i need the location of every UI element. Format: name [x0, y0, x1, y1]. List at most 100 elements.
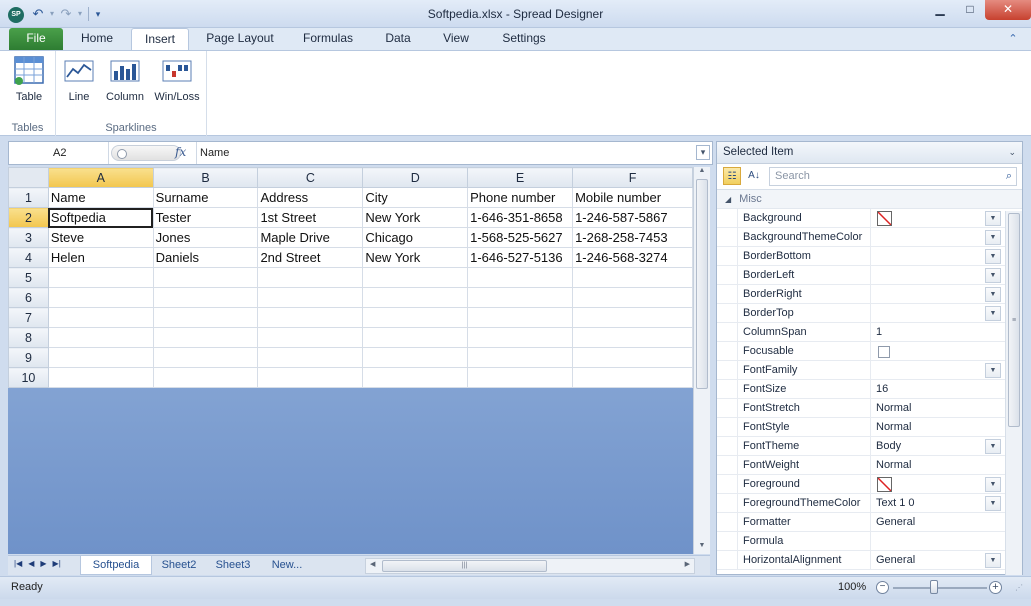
row-header[interactable]: 7: [8, 307, 49, 328]
zoom-slider-thumb[interactable]: [930, 580, 938, 594]
grid-cell[interactable]: 2nd Street: [257, 247, 364, 268]
property-scroll-thumb[interactable]: ≡: [1008, 213, 1020, 427]
grid-cell[interactable]: 1-646-351-8658: [467, 207, 574, 228]
sheet-tab-softpedia[interactable]: Softpedia: [80, 556, 152, 575]
grid-cell[interactable]: Softpedia: [47, 207, 154, 228]
formula-bar-resizer[interactable]: [111, 145, 181, 161]
property-row[interactable]: ForegroundThemeColor Text 1 0 ▼: [717, 494, 1022, 513]
grid-cell[interactable]: 1-246-568-3274: [572, 247, 693, 268]
property-row[interactable]: Background ▼: [717, 209, 1022, 228]
row-header[interactable]: 9: [8, 347, 49, 368]
collapse-category-icon[interactable]: ◢: [725, 195, 731, 204]
property-value[interactable]: [876, 285, 986, 304]
grid-cell[interactable]: [467, 307, 574, 328]
property-value[interactable]: Body: [876, 437, 986, 456]
grid-cell[interactable]: 1-646-527-5136: [467, 247, 574, 268]
dropdown-arrow-icon[interactable]: ▼: [985, 363, 1001, 378]
property-value[interactable]: [876, 475, 986, 494]
property-value[interactable]: [876, 228, 986, 247]
grid-cell[interactable]: [362, 307, 469, 328]
grid-cell[interactable]: [152, 287, 259, 308]
column-header[interactable]: B: [152, 167, 259, 188]
categorized-view-icon[interactable]: ☷: [723, 167, 741, 185]
scroll-right-icon[interactable]: ▶: [685, 560, 690, 568]
property-value[interactable]: [876, 247, 986, 266]
color-swatch-icon[interactable]: [877, 477, 892, 492]
row-header[interactable]: 4: [8, 247, 49, 268]
dropdown-arrow-icon[interactable]: ▼: [985, 439, 1001, 454]
tab-settings[interactable]: Settings: [490, 28, 558, 50]
dropdown-arrow-icon[interactable]: ▼: [985, 211, 1001, 226]
grid-cell[interactable]: [572, 367, 693, 388]
row-header[interactable]: 2: [8, 207, 49, 228]
sheet-tab-sheet3[interactable]: Sheet3: [208, 556, 258, 575]
horizontal-scrollbar[interactable]: ◀ ||| ▶: [365, 558, 695, 574]
grid-cell[interactable]: [257, 347, 364, 368]
color-swatch-icon[interactable]: [877, 211, 892, 226]
ribbon-collapse-icon[interactable]: ⌃: [1005, 31, 1021, 47]
winloss-sparkline-button[interactable]: Win/Loss: [152, 55, 202, 103]
grid-cell[interactable]: 1-568-525-5627: [467, 227, 574, 248]
expand-formula-bar-icon[interactable]: ▾: [696, 145, 710, 160]
grid-cell[interactable]: 1-268-258-7453: [572, 227, 693, 248]
zoom-out-icon[interactable]: −: [876, 581, 889, 594]
property-row[interactable]: Formatter General: [717, 513, 1022, 532]
dropdown-arrow-icon[interactable]: ▼: [985, 249, 1001, 264]
property-value[interactable]: [876, 304, 986, 323]
grid-cell[interactable]: New York: [362, 247, 469, 268]
property-search-input[interactable]: Search ⌕: [769, 167, 1017, 186]
property-value[interactable]: [876, 266, 986, 285]
grid-cell[interactable]: [47, 287, 154, 308]
column-header[interactable]: F: [572, 167, 693, 188]
property-value[interactable]: [876, 342, 986, 361]
column-header[interactable]: C: [257, 167, 364, 188]
grid-cell[interactable]: [572, 267, 693, 288]
grid-cell[interactable]: Tester: [152, 207, 259, 228]
row-header[interactable]: 6: [8, 287, 49, 308]
last-sheet-icon[interactable]: ▶|: [53, 559, 61, 568]
grid-cell[interactable]: [467, 327, 574, 348]
tab-home[interactable]: Home: [68, 28, 126, 50]
line-sparkline-button[interactable]: Line: [56, 55, 102, 103]
insert-function-icon[interactable]: fx: [175, 145, 193, 159]
property-scrollbar[interactable]: ≡: [1005, 211, 1022, 575]
vertical-scroll-thumb[interactable]: [696, 179, 708, 389]
property-row[interactable]: FontWeight Normal: [717, 456, 1022, 475]
grid-cell[interactable]: [362, 287, 469, 308]
search-icon[interactable]: ⌕: [1006, 168, 1012, 185]
row-header[interactable]: 10: [8, 367, 49, 388]
property-row[interactable]: Formula: [717, 532, 1022, 551]
grid-cell[interactable]: [257, 267, 364, 288]
row-header[interactable]: 3: [8, 227, 49, 248]
grid-cell[interactable]: [152, 327, 259, 348]
dropdown-arrow-icon[interactable]: ▼: [985, 306, 1001, 321]
grid-cell[interactable]: [572, 347, 693, 368]
grid-cell[interactable]: [47, 347, 154, 368]
resize-grip-icon[interactable]: ⋰: [1015, 583, 1025, 593]
property-row[interactable]: Foreground ▼: [717, 475, 1022, 494]
grid-cell[interactable]: [572, 307, 693, 328]
grid-cell[interactable]: [467, 347, 574, 368]
grid-cell[interactable]: Jones: [152, 227, 259, 248]
property-row[interactable]: FontSize 16: [717, 380, 1022, 399]
property-value[interactable]: General: [876, 551, 986, 570]
grid-cell[interactable]: Maple Drive: [257, 227, 364, 248]
grid-cell[interactable]: Daniels: [152, 247, 259, 268]
grid-cell[interactable]: [467, 287, 574, 308]
property-value[interactable]: [876, 361, 986, 380]
tab-data[interactable]: Data: [372, 28, 424, 50]
grid-cell[interactable]: 1st Street: [257, 207, 364, 228]
property-value[interactable]: 16: [876, 380, 986, 399]
row-header[interactable]: 8: [8, 327, 49, 348]
next-sheet-icon[interactable]: ▶: [40, 559, 46, 568]
formula-input[interactable]: Name: [196, 142, 696, 164]
grid-cell[interactable]: [257, 327, 364, 348]
tab-insert[interactable]: Insert: [131, 28, 189, 51]
grid-cell[interactable]: Name: [47, 187, 154, 208]
grid-cell[interactable]: Phone number: [467, 187, 574, 208]
grid-cell[interactable]: Chicago: [362, 227, 469, 248]
tab-formulas[interactable]: Formulas: [294, 28, 362, 50]
grid-cell[interactable]: Mobile number: [572, 187, 693, 208]
grid-cell[interactable]: [47, 367, 154, 388]
grid-cell[interactable]: [467, 367, 574, 388]
